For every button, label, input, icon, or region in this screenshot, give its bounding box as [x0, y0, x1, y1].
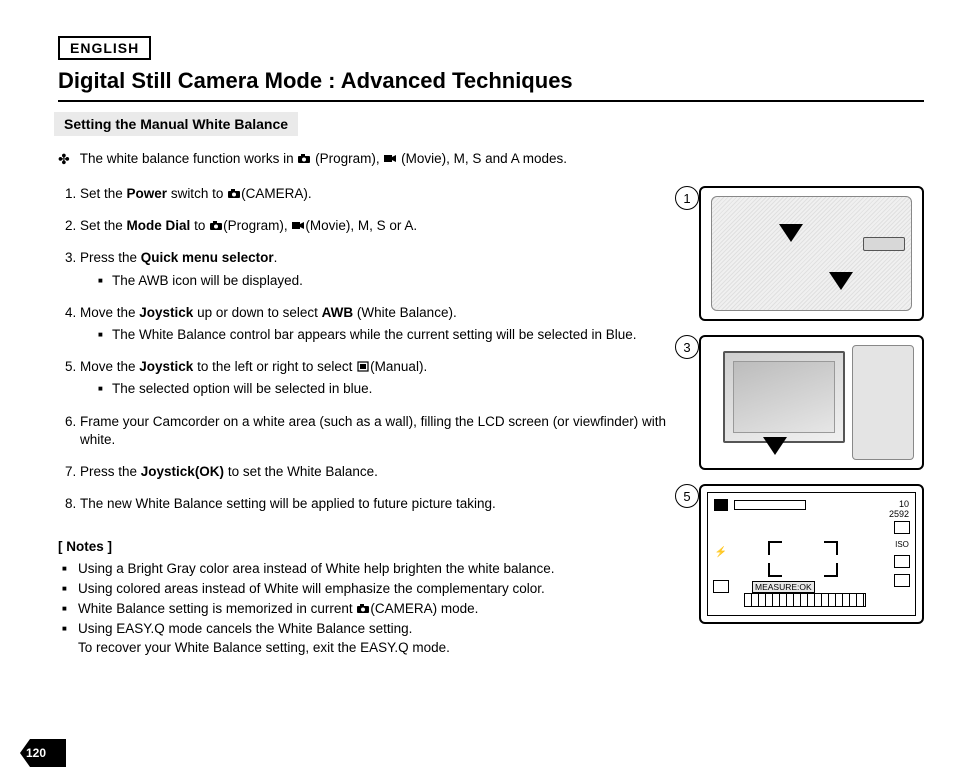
- clover-bullet-icon: ✤: [58, 150, 70, 169]
- manual-page: ENGLISH Digital Still Camera Mode : Adva…: [0, 0, 954, 779]
- note-item: Using colored areas instead of White wil…: [62, 580, 675, 598]
- note-item: Using a Bright Gray color area instead o…: [62, 560, 675, 578]
- measure-ok-label: MEASURE:OK: [752, 581, 815, 593]
- movie-icon: [383, 151, 397, 162]
- manual-icon: [356, 359, 370, 370]
- step-item: Set the Mode Dial to (Program), (Movie),…: [80, 217, 675, 235]
- iso-label: ISO: [895, 540, 909, 549]
- camera-grip-illustration: [852, 345, 914, 460]
- lcd-overlay: 10 2592 ⚡ ISO: [707, 492, 916, 616]
- camera-icon: [227, 186, 241, 197]
- step-item: The new White Balance setting will be ap…: [80, 495, 675, 513]
- arrow-down-icon: [779, 224, 803, 242]
- white-balance-bar: [744, 593, 866, 607]
- text-column: ✤ The white balance function works in (P…: [58, 150, 675, 659]
- note-item: Using EASY.Q mode cancels the White Bala…: [62, 620, 675, 656]
- content-row: ✤ The white balance function works in (P…: [58, 150, 924, 659]
- page-title: Digital Still Camera Mode : Advanced Tec…: [58, 68, 924, 102]
- camera-icon: [297, 151, 311, 162]
- steps-list: Set the Power switch to (CAMERA). Set the…: [58, 185, 675, 514]
- figure-column: 1 3 5 10: [699, 150, 924, 659]
- figure-number: 1: [675, 186, 699, 210]
- intro-text: The white balance function works in (Pro…: [80, 150, 567, 169]
- step-item: Press the Quick menu selector.The AWB ic…: [80, 249, 675, 289]
- notes-heading: [ Notes ]: [58, 538, 675, 556]
- figure-number: 3: [675, 335, 699, 359]
- step-subitem: The AWB icon will be displayed.: [98, 272, 675, 290]
- battery-icon: [894, 521, 910, 534]
- card-icon: [713, 580, 729, 593]
- step-item: Move the Joystick to the left or right t…: [80, 358, 675, 398]
- language-badge: ENGLISH: [58, 36, 151, 60]
- lcd-top-right: 10 2592: [889, 499, 909, 519]
- notes-list: Using a Bright Gray color area instead o…: [58, 560, 675, 657]
- step-subitem: The White Balance control bar appears wh…: [98, 326, 675, 344]
- camera-body-illustration: [711, 196, 912, 311]
- page-number-badge: 120: [20, 739, 66, 767]
- camera-icon: [209, 218, 223, 229]
- lcd-top-row: [714, 499, 806, 511]
- note-item: White Balance setting is memorized in cu…: [62, 600, 675, 618]
- figure-number: 5: [675, 484, 699, 508]
- step-item: Set the Power switch to (CAMERA).: [80, 185, 675, 203]
- exposure-icon: [894, 574, 910, 587]
- step-item: Move the Joystick up or down to select A…: [80, 304, 675, 344]
- section-heading: Setting the Manual White Balance: [54, 112, 298, 136]
- lcd-left-icons: ⚡: [712, 547, 730, 593]
- quality-icon: [894, 555, 910, 568]
- exposure-bar: [734, 500, 806, 510]
- step-item: Frame your Camcorder on a white area (su…: [80, 413, 675, 449]
- focus-bracket: [768, 541, 838, 577]
- figure-1: 1: [699, 186, 924, 321]
- figure-5: 5 10 2592 ⚡ IS: [699, 484, 924, 624]
- flash-icon: ⚡: [715, 547, 727, 558]
- figure-3: 3: [699, 335, 924, 470]
- intro-line: ✤ The white balance function works in (P…: [58, 150, 675, 169]
- page-number: 120: [26, 746, 46, 760]
- lcd-right-icons: ISO: [893, 521, 911, 587]
- resolution-value: 2592: [889, 509, 909, 519]
- arrow-down-icon: [763, 437, 787, 455]
- step-item: Press the Joystick(OK) to set the White …: [80, 463, 675, 481]
- camera-icon: [356, 601, 370, 612]
- movie-icon: [291, 218, 305, 229]
- arrow-down-icon: [829, 272, 853, 290]
- step-subitem: The selected option will be selected in …: [98, 380, 675, 398]
- camera-mode-icon: [714, 499, 728, 511]
- flip-screen-illustration: [723, 351, 845, 443]
- shots-remaining: 10: [899, 499, 909, 509]
